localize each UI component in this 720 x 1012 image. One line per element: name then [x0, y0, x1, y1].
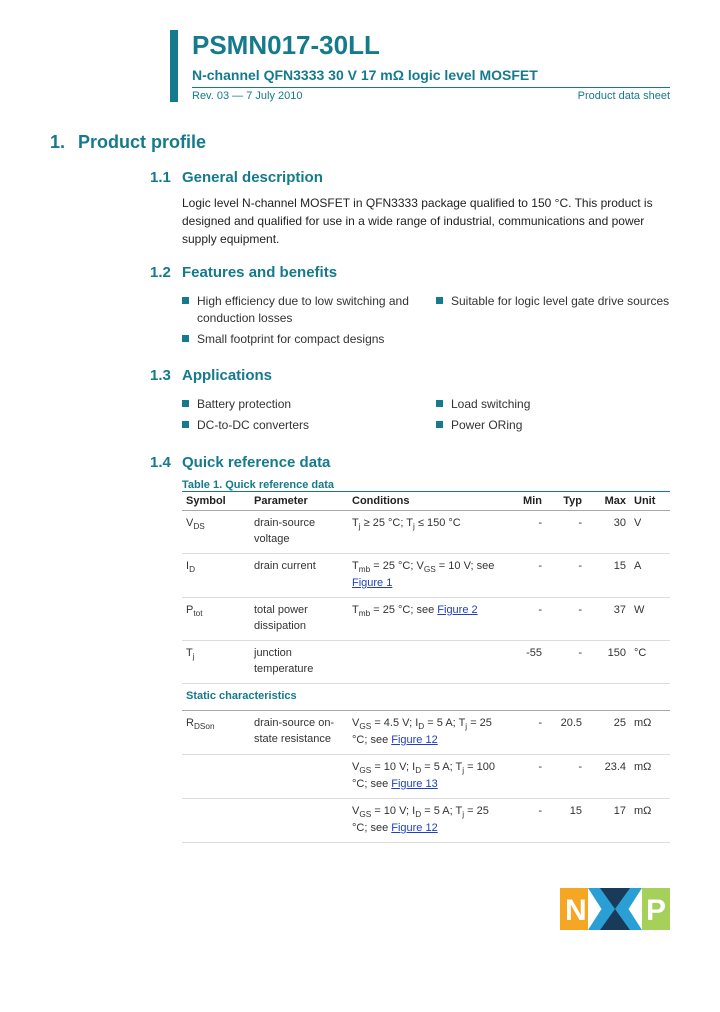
list-item-label: DC-to-DC converters [197, 417, 309, 434]
list-item: DC-to-DC converters [182, 417, 416, 434]
table-row: RDSondrain-source on-state resistanceVGS… [182, 710, 670, 754]
page: PSMN017-30LL N-channel QFN3333 30 V 17 m… [0, 0, 720, 960]
list-item-label: Load switching [451, 396, 530, 413]
table-row: Ptottotal power dissipationTmb = 25 °C; … [182, 597, 670, 640]
document-header: PSMN017-30LL N-channel QFN3333 30 V 17 m… [170, 30, 670, 102]
svg-text:N: N [565, 894, 587, 927]
bullet-icon [436, 400, 443, 407]
bullet-icon [436, 297, 443, 304]
document-subtitle: N-channel QFN3333 30 V 17 mΩ logic level… [192, 67, 670, 83]
quick-ref-table: Symbol Parameter Conditions Min Typ Max … [182, 491, 670, 843]
section-1-1: 1.1General description Logic level N-cha… [150, 169, 670, 248]
bullet-icon [182, 335, 189, 342]
nxp-logo: N P [560, 888, 670, 930]
part-number: PSMN017-30LL [192, 30, 670, 61]
general-description-text: Logic level N-channel MOSFET in QFN3333 … [182, 194, 670, 248]
table-header-row: Symbol Parameter Conditions Min Typ Max … [182, 491, 670, 510]
doc-type-text: Product data sheet [578, 90, 670, 102]
section-heading: 1.Product profile [50, 132, 670, 153]
bullet-icon [182, 297, 189, 304]
subsection-heading: 1.1General description [150, 169, 670, 186]
subsection-heading: 1.2Features and benefits [150, 264, 670, 281]
list-item-label: Suitable for logic level gate drive sour… [451, 293, 669, 310]
bullet-icon [182, 400, 189, 407]
table-caption: Table 1. Quick reference data [182, 479, 670, 491]
subsection-heading: 1.3Applications [150, 367, 670, 384]
list-item-label: Small footprint for compact designs [197, 331, 384, 348]
subsection-heading: 1.4Quick reference data [150, 454, 670, 471]
list-item: High efficiency due to low switching and… [182, 293, 416, 327]
features-list: High efficiency due to low switching and… [182, 289, 670, 351]
list-item-label: High efficiency due to low switching and… [197, 293, 416, 327]
list-item: Small footprint for compact designs [182, 331, 416, 348]
table-row: IDdrain currentTmb = 25 °C; VGS = 10 V; … [182, 553, 670, 597]
applications-list: Battery protection DC-to-DC converters Lo… [182, 392, 670, 438]
bullet-icon [182, 421, 189, 428]
list-item: Battery protection [182, 396, 416, 413]
svg-text:P: P [646, 894, 666, 927]
list-item-label: Power ORing [451, 417, 522, 434]
table-row: Tjjunction temperature-55-150°C [182, 640, 670, 683]
section-1-2: 1.2Features and benefits High efficiency… [150, 264, 670, 351]
table-row: VGS = 10 V; ID = 5 A; Tj = 100 °C; see F… [182, 754, 670, 798]
section-1-3: 1.3Applications Battery protection DC-to-… [150, 367, 670, 438]
revision-line: Rev. 03 — 7 July 2010 Product data sheet [192, 87, 670, 102]
list-item: Suitable for logic level gate drive sour… [436, 293, 670, 310]
list-item: Load switching [436, 396, 670, 413]
bullet-icon [436, 421, 443, 428]
table-row: VDSdrain-source voltageTj ≥ 25 °C; Tj ≤ … [182, 510, 670, 553]
section-1-4: 1.4Quick reference data Table 1. Quick r… [150, 454, 670, 843]
list-item-label: Battery protection [197, 396, 291, 413]
table-body: VDSdrain-source voltageTj ≥ 25 °C; Tj ≤ … [182, 510, 670, 842]
table-subheading: Static characteristics [182, 683, 670, 710]
revision-text: Rev. 03 — 7 July 2010 [192, 90, 302, 102]
table-row: VGS = 10 V; ID = 5 A; Tj = 25 °C; see Fi… [182, 798, 670, 842]
list-item: Power ORing [436, 417, 670, 434]
